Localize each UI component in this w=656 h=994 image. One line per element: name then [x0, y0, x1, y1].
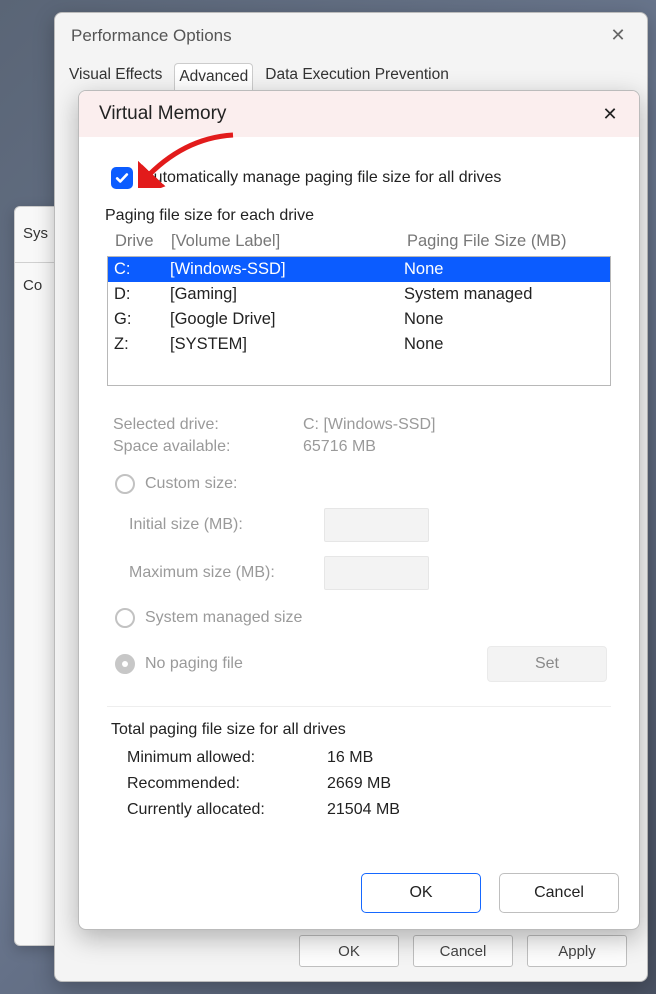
drive-list-header: Drive [Volume Label] Paging File Size (M…	[107, 229, 615, 254]
drive-group-label: Paging file size for each drive	[105, 207, 615, 225]
auto-manage-checkbox[interactable]	[111, 167, 133, 189]
perf-cancel-button[interactable]: Cancel	[413, 935, 513, 967]
recommended-label: Recommended:	[127, 775, 327, 793]
initial-size-label: Initial size (MB):	[129, 516, 324, 534]
virtual-memory-dialog: Virtual Memory ✕ Automatically manage pa…	[78, 90, 640, 930]
maximum-size-label: Maximum size (MB):	[129, 564, 324, 582]
currently-allocated-label: Currently allocated:	[127, 801, 327, 819]
initial-size-field	[324, 508, 429, 542]
minimum-allowed-label: Minimum allowed:	[127, 749, 327, 767]
no-paging-file-label: No paging file	[145, 655, 243, 673]
tab-advanced[interactable]: Advanced	[174, 63, 253, 92]
currently-allocated-value: 21504 MB	[327, 801, 400, 819]
perf-apply-button[interactable]: Apply	[527, 935, 627, 967]
tab-dep[interactable]: Data Execution Prevention	[261, 62, 453, 91]
drive-row[interactable]: G:[Google Drive]None	[108, 307, 610, 332]
selected-drive-label: Selected drive:	[113, 416, 303, 434]
space-available-value: 65716 MB	[303, 438, 376, 456]
close-icon[interactable]: ✕	[595, 104, 625, 125]
custom-size-label: Custom size:	[145, 475, 237, 493]
auto-manage-label: Automatically manage paging file size fo…	[143, 169, 501, 187]
drive-listbox[interactable]: C:[Windows-SSD]NoneD:[Gaming]System mana…	[107, 256, 611, 386]
drive-row[interactable]: D:[Gaming]System managed	[108, 282, 610, 307]
totals-header: Total paging file size for all drives	[111, 721, 615, 739]
virtual-memory-title: Virtual Memory	[99, 103, 226, 125]
performance-tabs: Visual Effects Advanced Data Execution P…	[55, 62, 647, 91]
system-managed-label: System managed size	[145, 609, 302, 627]
recommended-value: 2669 MB	[327, 775, 391, 793]
custom-size-radio	[115, 474, 135, 494]
close-icon[interactable]: ✕	[603, 25, 633, 46]
perf-ok-button[interactable]: OK	[299, 935, 399, 967]
minimum-allowed-value: 16 MB	[327, 749, 373, 767]
selected-drive-value: C: [Windows-SSD]	[303, 416, 435, 434]
system-managed-radio	[115, 608, 135, 628]
tab-visual-effects[interactable]: Visual Effects	[65, 62, 166, 91]
vm-ok-button[interactable]: OK	[361, 873, 481, 913]
vm-cancel-button[interactable]: Cancel	[499, 873, 619, 913]
set-button: Set	[487, 646, 607, 682]
drive-row[interactable]: Z:[SYSTEM]None	[108, 332, 610, 357]
space-available-label: Space available:	[113, 438, 303, 456]
no-paging-file-radio	[115, 654, 135, 674]
performance-options-title: Performance Options	[71, 26, 232, 46]
maximum-size-field	[324, 556, 429, 590]
drive-row[interactable]: C:[Windows-SSD]None	[108, 257, 610, 282]
